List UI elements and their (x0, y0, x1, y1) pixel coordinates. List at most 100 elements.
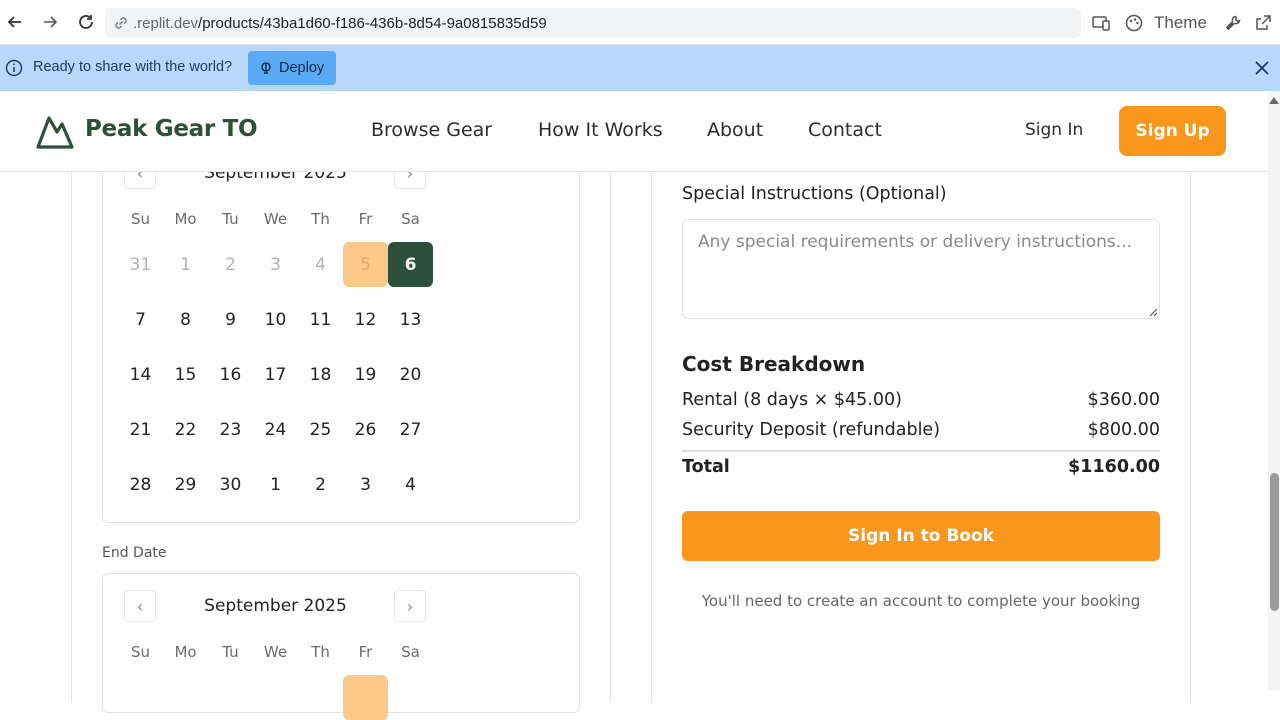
calendar-month: September 2025 (204, 596, 347, 616)
deploy-icon (261, 62, 271, 74)
palette-icon (1125, 14, 1143, 32)
banner-message: Ready to share with the world? (33, 59, 233, 75)
weekday-we: We (263, 210, 288, 228)
weekday-th: Th (311, 210, 330, 228)
calendar-day-disabled: 2 (225, 254, 236, 275)
weekday-su: Su (130, 210, 151, 228)
deposit-value: $800.00 (1087, 420, 1160, 440)
end-date-label: End Date (102, 545, 167, 561)
brand-name[interactable]: Peak Gear TO (85, 116, 258, 142)
account-note: You'll need to create an account to comp… (701, 592, 1141, 610)
theme-label: Theme (1154, 13, 1207, 32)
weekday-sa: Sa (401, 643, 420, 661)
calendar-day[interactable]: 15 (163, 352, 208, 397)
calendar-day[interactable]: 14 (118, 352, 163, 397)
calendar-header: ‹ September 2025 › (103, 590, 579, 624)
calendar-day[interactable]: 8 (163, 297, 208, 342)
calendar-day[interactable]: 22 (163, 407, 208, 452)
rental-label: Rental (8 days × $45.00) (682, 390, 902, 410)
link-icon (115, 17, 127, 29)
weekday-mo: Mo (174, 210, 197, 228)
sign-in-link[interactable]: Sign In (1025, 120, 1083, 140)
next-month-button[interactable]: › (394, 590, 426, 622)
address-bar[interactable]: .replit.dev/products/43ba1d60-f186-436b-… (105, 8, 1081, 38)
calendar-day-disabled: 1 (180, 254, 191, 275)
calendar-day-disabled: 3 (270, 254, 281, 275)
special-instructions-input[interactable]: Any special requirements or delivery ins… (682, 219, 1160, 319)
calendar-day[interactable]: 21 (118, 407, 163, 452)
deploy-button[interactable]: Deploy (248, 51, 336, 85)
resize-handle-icon[interactable] (1146, 305, 1158, 317)
scrollbar-thumb[interactable] (1270, 473, 1279, 611)
weekday-we: We (263, 643, 288, 661)
calendar-day[interactable]: 4 (388, 462, 433, 507)
deploy-banner: Ready to share with the world? (0, 45, 1280, 91)
deploy-label: Deploy (279, 60, 325, 76)
calendar-day[interactable]: 12 (343, 297, 388, 342)
calendar-day[interactable]: 26 (343, 407, 388, 452)
cost-breakdown-title: Cost Breakdown (682, 352, 866, 376)
special-instructions-label: Special Instructions (Optional) (682, 184, 947, 204)
calendar-day-disabled: 31 (129, 254, 152, 275)
calendar-day[interactable]: 29 (163, 462, 208, 507)
sign-up-button[interactable]: Sign Up (1119, 106, 1226, 156)
chevron-right-icon: › (406, 596, 414, 616)
sign-in-to-book-button[interactable]: Sign In to Book (682, 511, 1160, 561)
nav-about[interactable]: About (707, 119, 763, 141)
weekday-tu: Tu (222, 210, 239, 228)
mountain-logo-icon[interactable] (36, 113, 74, 149)
calendar-day[interactable]: 3 (343, 462, 388, 507)
calendar-day[interactable]: 23 (208, 407, 253, 452)
calendar-day-range-start[interactable]: 5 (343, 242, 388, 287)
close-icon[interactable] (1253, 59, 1271, 77)
devices-icon[interactable] (1091, 11, 1111, 35)
rental-value: $360.00 (1087, 390, 1160, 410)
calendar-day[interactable]: 18 (298, 352, 343, 397)
calendar-day[interactable]: 2 (298, 462, 343, 507)
start-date-calendar: ‹ September 2025 › Su Mo Tu We Th Fr Sa 31 1 2 3 4… (102, 140, 580, 523)
deposit-label: Security Deposit (refundable) (682, 420, 941, 440)
calendar-day[interactable]: 27 (388, 407, 433, 452)
calendar-day[interactable]: 24 (253, 407, 298, 452)
nav-how-it-works[interactable]: How It Works (538, 119, 663, 141)
calendar-day[interactable]: 13 (388, 297, 433, 342)
browser-toolbar: .replit.dev/products/43ba1d60-f186-436b-… (0, 0, 1280, 45)
calendar-day[interactable]: 28 (118, 462, 163, 507)
calendar-day[interactable]: 20 (388, 352, 433, 397)
theme-button[interactable]: Theme (1124, 11, 1207, 35)
back-arrow-icon[interactable] (4, 11, 26, 33)
calendar-day[interactable]: 30 (208, 462, 253, 507)
url-path: /products/43ba1d60-f186-436b-8d54-9a0815… (198, 14, 547, 32)
weekday-tu: Tu (222, 643, 239, 661)
chevron-left-icon: ‹ (136, 596, 144, 616)
cost-divider (682, 450, 1160, 452)
scroll-up-arrow-icon[interactable] (1269, 97, 1279, 104)
url-host: .replit.dev (133, 14, 199, 32)
info-icon (5, 59, 23, 77)
calendar-day[interactable]: 25 (298, 407, 343, 452)
calendar-day-selected[interactable]: 6 (388, 242, 433, 287)
reload-icon[interactable] (75, 11, 97, 33)
calendar-day[interactable]: 10 (253, 297, 298, 342)
forward-arrow-icon[interactable] (39, 11, 61, 33)
calendar-day[interactable]: 17 (253, 352, 298, 397)
calendar-day-selected-partial[interactable] (343, 675, 388, 720)
nav-contact[interactable]: Contact (808, 119, 882, 141)
weekday-sa: Sa (401, 210, 420, 228)
weekday-mo: Mo (174, 643, 197, 661)
end-date-calendar: ‹ September 2025 › Su Mo Tu We Th Fr Sa (102, 573, 580, 720)
calendar-day[interactable]: 19 (343, 352, 388, 397)
open-external-icon[interactable] (1254, 11, 1272, 35)
calendar-day[interactable]: 11 (298, 297, 343, 342)
weekday-fr: Fr (358, 210, 373, 228)
nav-browse-gear[interactable]: Browse Gear (371, 119, 492, 141)
calendar-day[interactable]: 1 (253, 462, 298, 507)
prev-month-button[interactable]: ‹ (124, 590, 156, 622)
total-label: Total (682, 457, 730, 477)
weekday-th: Th (311, 643, 330, 661)
calendar-day[interactable]: 9 (208, 297, 253, 342)
calendar-day[interactable]: 7 (118, 297, 163, 342)
calendar-day[interactable]: 16 (208, 352, 253, 397)
calendar-day-disabled: 4 (315, 254, 326, 275)
wrench-icon[interactable] (1224, 11, 1242, 35)
